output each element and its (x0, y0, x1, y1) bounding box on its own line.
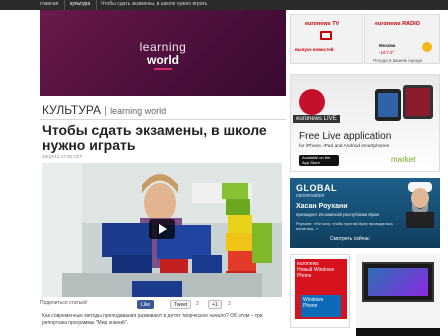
banner-title-line2: world (147, 53, 179, 67)
facebook-like-button[interactable]: Like (137, 300, 155, 309)
devices-icon (375, 85, 433, 121)
gc-quote: Роухани: «Ни хочу, чтобы против Иран про… (296, 221, 393, 231)
guest-portrait (406, 182, 434, 228)
section-heading: КУЛЬТУРА learning world (42, 103, 166, 117)
gc-watch-now-link[interactable]: Смотреть сейчас (330, 236, 370, 242)
euronews-tv-box[interactable]: euronews TV выпуск новостей (290, 14, 363, 64)
article-video[interactable] (42, 163, 282, 297)
sun-icon (422, 42, 432, 52)
tweet-count: 2 (196, 301, 199, 307)
subsection-label[interactable]: learning world (110, 106, 166, 116)
wp-text: Новый Windows Phone (297, 267, 335, 279)
wp-windows-tile: Windows Phone (301, 295, 341, 317)
live-tagline: Free Live application (299, 131, 392, 142)
live-brand-label: euronews LIVE (293, 115, 340, 123)
banner-accent-bar (154, 68, 172, 70)
tweet-button[interactable]: Tweet (170, 300, 192, 309)
nav-current-item: Чтобы сдать экзамены, в школе нужно игра… (101, 1, 208, 7)
share-label: Поделиться статьей (40, 300, 87, 306)
windows-phone-ad[interactable]: euronews Новый Windows Phone Windows Pho… (290, 254, 350, 328)
play-icon[interactable] (149, 219, 175, 239)
live-app-ad[interactable]: euronews LIVE Free Live application for … (290, 74, 440, 172)
gc-subtitle: conversation (296, 193, 325, 199)
google-plus-button[interactable]: +1 (208, 300, 222, 309)
tv-product-ad[interactable] (356, 254, 440, 328)
weather-city: Москва (379, 43, 396, 48)
global-conversation-ad[interactable]: GLOBAL conversation Хасан Роухани презид… (290, 178, 440, 248)
nav-separator (64, 0, 65, 10)
article-headline: Чтобы сдать экзамены, в школе нужно игра… (42, 122, 267, 153)
euronews-logo-icon (299, 89, 325, 115)
article-date: 20/12/13 17:30 CET (42, 154, 83, 159)
plus-count: 3 (228, 301, 231, 307)
top-nav-bar: главная культура Чтобы сдать экзамены, в… (0, 0, 448, 10)
radio-title: euronews RADIO (375, 21, 420, 27)
gc-title: GLOBAL (296, 183, 337, 193)
app-store-badge[interactable]: Available on the App Store (299, 155, 339, 166)
program-banner[interactable]: learning world (40, 10, 286, 96)
gc-guest-name: Хасан Роухани (296, 203, 348, 210)
tv-news-link[interactable]: выпуск новостей (295, 47, 334, 52)
tv-icon (320, 31, 332, 40)
weather-temp: -16°/-3° (379, 50, 395, 55)
android-market-badge[interactable]: market (391, 155, 415, 164)
tv-title: euronews TV (305, 21, 340, 27)
tv-screen-image (362, 262, 434, 302)
weather-link[interactable]: Погода в вашем городе (373, 58, 422, 63)
gc-guest-role: президент Исламской республики Иран (296, 212, 380, 217)
live-subtitle: for iPhone, iPad and Android smartphones (299, 144, 390, 149)
banner-title-line1: learning (139, 40, 187, 54)
bottom-ad-strip (356, 328, 440, 336)
euronews-radio-box[interactable]: euronews RADIO Москва -16°/-3° Погода в … (364, 14, 440, 64)
article-description: Как современные методы преподавания разв… (42, 313, 263, 326)
nav-separator (96, 0, 97, 10)
section-divider-line (40, 119, 286, 120)
section-label[interactable]: КУЛЬТУРА (42, 103, 101, 117)
nav-culture-link[interactable]: культура (70, 1, 90, 7)
section-divider (105, 105, 107, 116)
nav-home-link[interactable]: главная (40, 1, 58, 7)
